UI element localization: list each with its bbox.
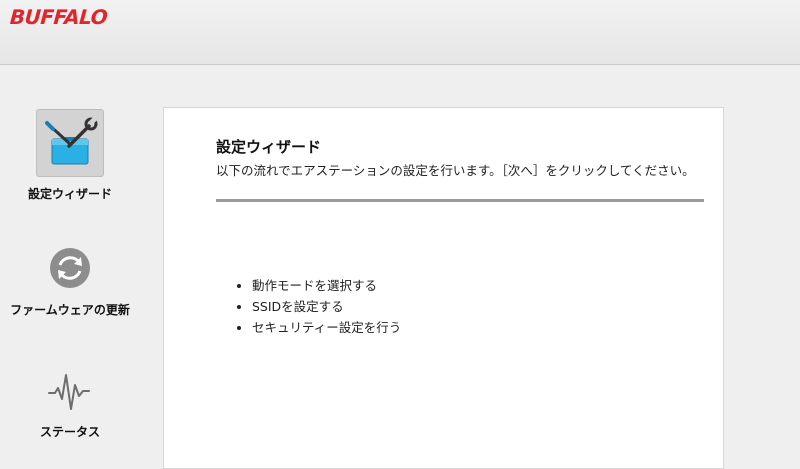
main-panel: 設定ウィザード 以下の流れでエアステーションの設定を行います。［次へ］をクリック… — [163, 107, 724, 469]
sidebar-item-status[interactable]: ステータス — [0, 363, 140, 440]
sidebar-item-setup-wizard[interactable]: 設定ウィザード — [0, 109, 140, 202]
page-title: 設定ウィザード — [216, 138, 322, 156]
divider — [216, 199, 704, 202]
page-description: 以下の流れでエアステーションの設定を行います。［次へ］をクリックしてください。 — [216, 163, 695, 178]
header-bar: BUFFALO — [0, 0, 800, 65]
buffalo-logo: BUFFALO — [9, 5, 109, 29]
toolbox-icon — [36, 109, 104, 177]
sidebar-item-firmware-update[interactable]: ファームウェアの更新 — [0, 245, 140, 318]
pulse-icon — [37, 363, 103, 429]
refresh-icon — [37, 245, 103, 311]
sidebar: 設定ウィザード ファームウェアの更新 ステータス — [0, 65, 150, 455]
list-item: セキュリティー設定を行う — [252, 317, 401, 338]
list-item: 動作モードを選択する — [252, 275, 401, 296]
sidebar-item-label: 設定ウィザード — [27, 187, 112, 201]
list-item: SSIDを設定する — [252, 296, 401, 317]
step-list: 動作モードを選択する SSIDを設定する セキュリティー設定を行う — [236, 275, 401, 338]
